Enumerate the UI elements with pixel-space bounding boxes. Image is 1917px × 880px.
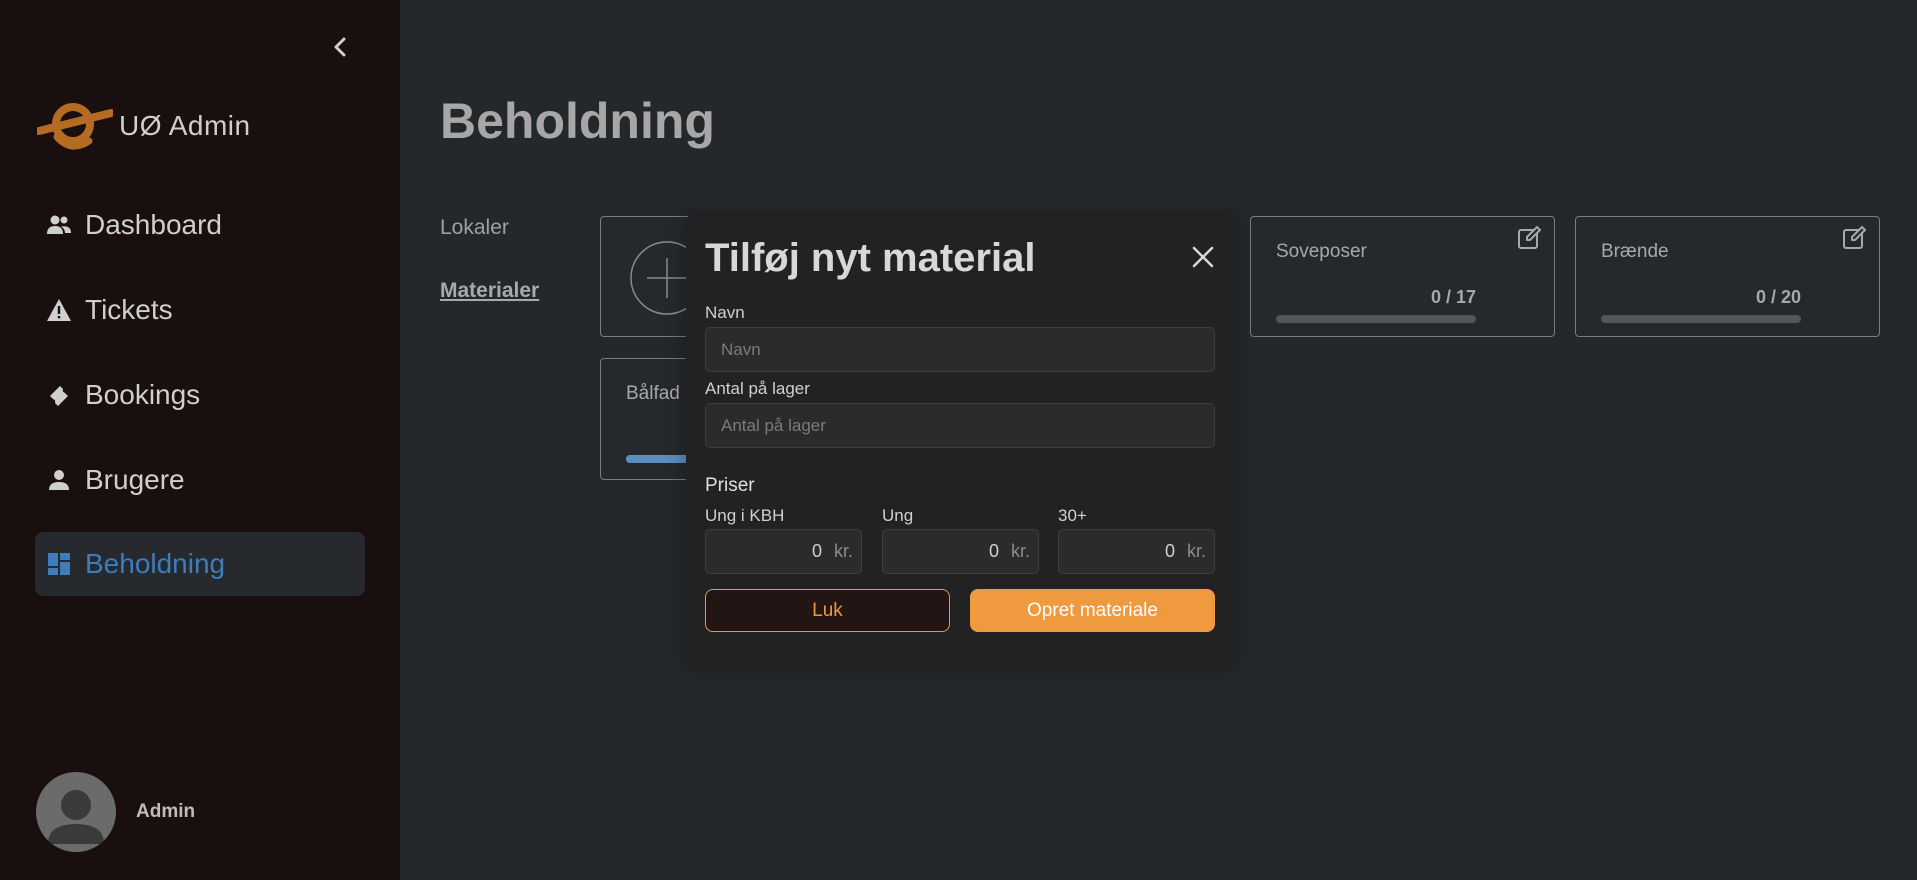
material-card[interactable]: Brænde 0 / 20: [1575, 216, 1880, 337]
person-icon: [45, 466, 73, 494]
sidebar-item-label: Bookings: [85, 379, 201, 410]
stock-label: Antal på lager: [705, 379, 810, 398]
price-input[interactable]: [1094, 541, 1175, 562]
warning-icon: [45, 296, 73, 324]
sidebar-item-label: Tickets: [85, 294, 173, 325]
sidebar-item-bookings[interactable]: Bookings: [35, 363, 365, 427]
card-title: Bålfad: [626, 383, 680, 404]
currency-unit: kr.: [833, 541, 853, 561]
subnav-materialer[interactable]: Materialer: [440, 279, 539, 303]
sidebar-item-label: Beholdning: [85, 548, 226, 579]
price-field-30-plus[interactable]: kr.: [1058, 529, 1215, 574]
card-title: Brænde: [1601, 241, 1669, 262]
sidebar-item-label: Dashboard: [85, 209, 222, 240]
currency-unit: kr.: [1010, 541, 1030, 561]
material-card[interactable]: Soveposer 0 / 17: [1250, 216, 1555, 337]
price-field-ung-i-kbh[interactable]: kr.: [705, 529, 862, 574]
brand-name: UØ Admin: [119, 110, 251, 141]
people-icon: [45, 211, 73, 239]
name-label: Navn: [705, 303, 745, 322]
edit-icon[interactable]: [1841, 225, 1867, 251]
stock-count: 0 / 20: [1755, 287, 1801, 307]
sidebar-item-beholdning[interactable]: Beholdning: [35, 532, 365, 596]
price-label-ung-i-kbh: Ung i KBH: [705, 506, 785, 525]
price-field-ung[interactable]: kr.: [882, 529, 1039, 574]
stock-count: 0 / 17: [1430, 287, 1476, 307]
brand[interactable]: UØ Admin: [37, 97, 251, 155]
stock-progress-bar: [1601, 315, 1801, 323]
avatar: [36, 772, 116, 852]
price-label-30-plus: 30+: [1058, 506, 1087, 525]
subnav-lokaler[interactable]: Lokaler: [440, 216, 509, 240]
modal-title: Tilføj nyt material: [705, 236, 1036, 280]
add-material-modal: Tilføj nyt material Navn Antal på lager …: [686, 216, 1234, 666]
chevron-left-icon: [334, 37, 346, 57]
currency-unit: kr.: [1186, 541, 1206, 561]
create-material-button[interactable]: Opret materiale: [970, 589, 1215, 632]
sidebar: UØ Admin Dashboard Tickets Bookings Brug…: [0, 0, 400, 880]
name-input[interactable]: [705, 327, 1215, 372]
brand-logo-icon: [37, 103, 113, 150]
card-title: Soveposer: [1276, 241, 1367, 262]
dashboard-icon: [45, 550, 73, 578]
stock-progress-bar: [1276, 315, 1476, 323]
edit-icon[interactable]: [1516, 225, 1542, 251]
ticket-icon: [45, 381, 73, 409]
price-label-ung: Ung: [882, 506, 914, 525]
sidebar-item-label: Brugere: [85, 464, 185, 495]
prices-section-label: Priser: [705, 475, 755, 496]
close-icon: [1192, 246, 1214, 268]
price-input[interactable]: [741, 541, 822, 562]
sidebar-item-tickets[interactable]: Tickets: [35, 278, 365, 342]
close-modal-button[interactable]: [1188, 242, 1218, 272]
user-profile[interactable]: Admin: [36, 772, 195, 852]
price-input[interactable]: [918, 541, 999, 562]
user-name: Admin: [136, 801, 196, 822]
page-title: Beholdning: [440, 93, 715, 149]
sidebar-item-brugere[interactable]: Brugere: [35, 448, 365, 512]
close-button[interactable]: Luk: [705, 589, 950, 632]
collapse-sidebar-button[interactable]: [325, 32, 355, 62]
stock-input[interactable]: [705, 403, 1215, 448]
sidebar-item-dashboard[interactable]: Dashboard: [35, 193, 365, 257]
